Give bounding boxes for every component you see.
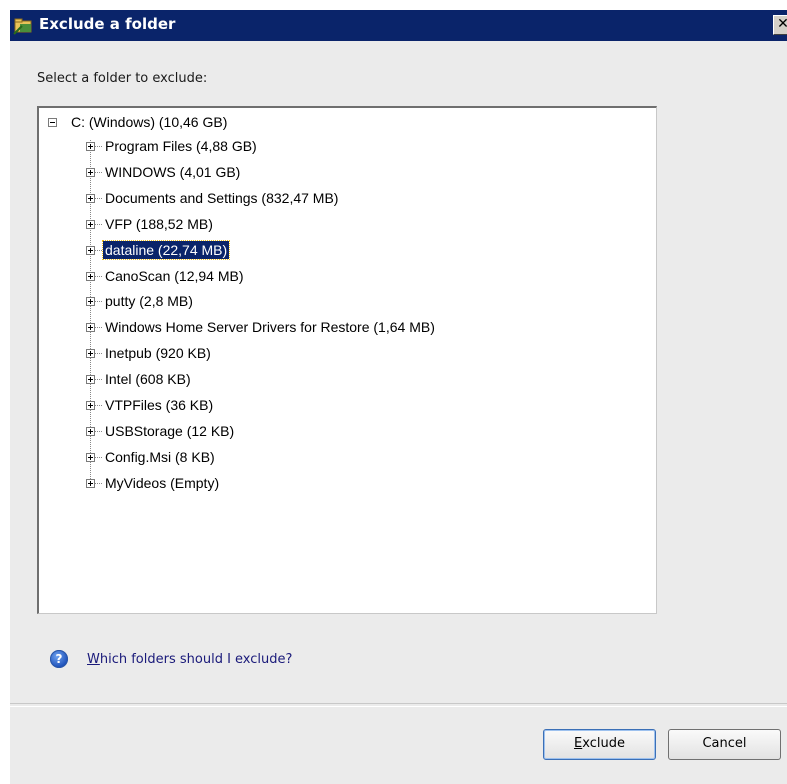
- help-link-accelerator: W: [87, 651, 100, 667]
- close-button[interactable]: ✕: [773, 15, 787, 35]
- folder-tree-content: C: (Windows) (10,46 GB) Program Files (4…: [39, 108, 656, 613]
- tree-connector-dots: [95, 145, 102, 147]
- folder-tree[interactable]: C: (Windows) (10,46 GB) Program Files (4…: [37, 106, 657, 614]
- tree-node-label: dataline (22,74 MB): [101, 240, 231, 260]
- tree-node[interactable]: Windows Home Server Drivers for Restore …: [86, 317, 437, 337]
- tree-node-label: Inetpub (920 KB): [105, 345, 211, 361]
- tree-node[interactable]: Inetpub (920 KB): [86, 343, 213, 363]
- help-link[interactable]: Which folders should I exclude?: [87, 652, 292, 667]
- expand-icon[interactable]: [86, 452, 95, 462]
- tree-connector-dots: [95, 326, 102, 328]
- tree-node-label: Intel (608 KB): [105, 371, 191, 387]
- expand-icon[interactable]: [86, 478, 95, 488]
- help-link-text: hich folders should I exclude?: [99, 651, 293, 667]
- expand-icon[interactable]: [86, 167, 95, 177]
- tree-node-label: MyVideos (Empty): [105, 475, 220, 491]
- expand-icon[interactable]: [86, 271, 95, 281]
- window-title: Exclude a folder: [39, 15, 176, 33]
- expand-icon[interactable]: [86, 426, 95, 436]
- button-separator: [10, 703, 787, 707]
- tree-node-label: Documents and Settings (832,47 MB): [105, 190, 339, 206]
- tree-node[interactable]: WINDOWS (4,01 GB): [86, 162, 242, 182]
- tree-connector-dots: [95, 456, 102, 458]
- help-row: ? Which folders should I exclude?: [50, 649, 292, 669]
- tree-node[interactable]: VTPFiles (36 KB): [86, 395, 215, 415]
- expand-icon[interactable]: [86, 400, 95, 410]
- tree-root-label: C: (Windows) (10,46 GB): [71, 114, 228, 130]
- tree-connector-dots: [95, 300, 102, 302]
- exclude-button[interactable]: Exclude: [543, 729, 656, 760]
- tree-node-label: WINDOWS (4,01 GB): [105, 164, 241, 180]
- tree-root-node[interactable]: C: (Windows) (10,46 GB): [48, 112, 229, 132]
- tree-connector-dots: [95, 482, 102, 484]
- tree-node-label: Program Files (4,88 GB): [105, 138, 257, 154]
- cancel-button[interactable]: Cancel: [668, 729, 781, 760]
- tree-node[interactable]: VFP (188,52 MB): [86, 214, 215, 234]
- screen-top-edge: [0, 0, 787, 10]
- tree-connector-dots: [95, 223, 102, 225]
- help-icon[interactable]: ?: [50, 650, 68, 668]
- folder-exclude-icon: [12, 14, 34, 36]
- tree-connector-dots: [95, 197, 102, 199]
- tree-connector-dots: [95, 352, 102, 354]
- tree-connector-dots: [95, 275, 102, 277]
- tree-connector-dots: [95, 171, 102, 173]
- tree-node-label: putty (2,8 MB): [105, 293, 193, 309]
- tree-node[interactable]: Config.Msi (8 KB): [86, 447, 217, 467]
- expand-icon[interactable]: [86, 296, 95, 306]
- tree-node-label: VTPFiles (36 KB): [105, 397, 214, 413]
- expand-icon[interactable]: [86, 219, 95, 229]
- tree-node-label: VFP (188,52 MB): [105, 216, 213, 232]
- tree-node[interactable]: Program Files (4,88 GB): [86, 136, 259, 156]
- tree-node[interactable]: dataline (22,74 MB): [86, 240, 231, 260]
- tree-connector-dots: [95, 249, 102, 251]
- tree-node[interactable]: USBStorage (12 KB): [86, 421, 236, 441]
- tree-node[interactable]: Documents and Settings (832,47 MB): [86, 188, 340, 208]
- tree-connector-dots: [95, 404, 102, 406]
- tree-node[interactable]: CanoScan (12,94 MB): [86, 266, 246, 286]
- tree-node-label: CanoScan (12,94 MB): [105, 268, 244, 284]
- tree-connector-dots: [95, 378, 102, 380]
- prompt-label: Select a folder to exclude:: [37, 71, 208, 86]
- tree-node[interactable]: putty (2,8 MB): [86, 291, 195, 311]
- expand-icon[interactable]: [86, 322, 95, 332]
- expand-icon[interactable]: [86, 193, 95, 203]
- exclude-label: xclude: [582, 736, 625, 751]
- tree-node-label: USBStorage (12 KB): [105, 423, 235, 439]
- tree-connector-dots: [95, 430, 102, 432]
- expand-icon[interactable]: [86, 141, 95, 151]
- expand-icon[interactable]: [86, 374, 95, 384]
- expand-icon[interactable]: [86, 348, 95, 358]
- title-bar[interactable]: Exclude a folder ✕: [10, 10, 787, 41]
- tree-node-label: Windows Home Server Drivers for Restore …: [105, 319, 435, 335]
- collapse-icon[interactable]: [48, 117, 57, 127]
- tree-node-label: Config.Msi (8 KB): [105, 449, 215, 465]
- tree-node[interactable]: MyVideos (Empty): [86, 473, 221, 493]
- dialog-body: Select a folder to exclude: C: (Windows)…: [10, 41, 787, 784]
- expand-icon[interactable]: [86, 245, 95, 255]
- tree-node[interactable]: Intel (608 KB): [86, 369, 193, 389]
